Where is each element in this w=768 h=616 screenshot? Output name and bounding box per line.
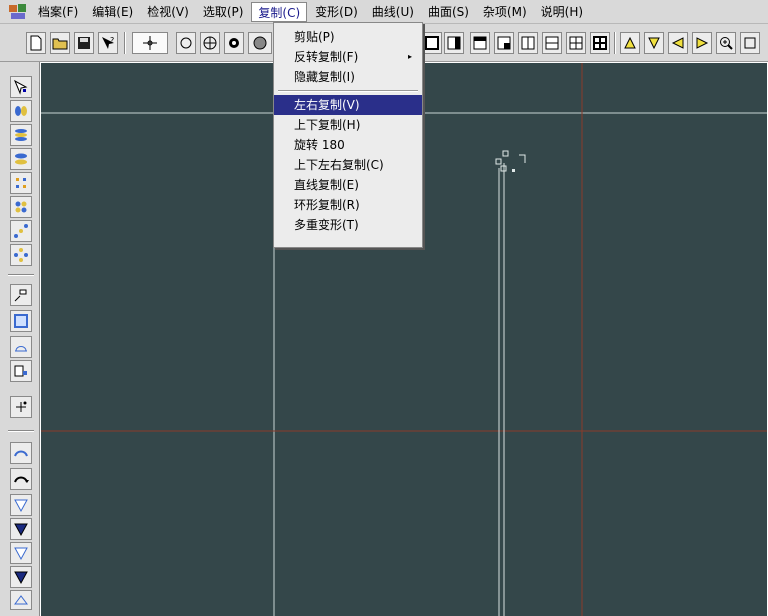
menu-curve[interactable]: 曲线(U) — [366, 2, 420, 22]
zoom-in-icon[interactable] — [716, 32, 736, 54]
open-folder-icon[interactable] — [50, 32, 70, 54]
control-point-dot — [512, 169, 515, 172]
doc-select-icon[interactable] — [10, 360, 32, 382]
view-top-icon[interactable] — [470, 32, 490, 54]
menu-help[interactable]: 说明(H) — [535, 2, 589, 22]
select-point-icon[interactable] — [10, 76, 32, 98]
dome-icon[interactable] — [10, 336, 32, 358]
menu-item-clip[interactable]: 剪贴(P) — [274, 27, 422, 47]
triangle-down-light-icon[interactable] — [10, 542, 32, 564]
menu-item-circular-copy[interactable]: 环形复制(R) — [274, 195, 422, 215]
menu-surface[interactable]: 曲面(S) — [422, 2, 475, 22]
menu-copy[interactable]: 复制(C) — [251, 1, 308, 22]
menu-item-up-down-copy[interactable]: 上下复制(H) — [274, 115, 422, 135]
menu-item-rotate-180[interactable]: 旋转 180 — [274, 135, 422, 155]
toolbar-separator — [614, 32, 616, 54]
stack-icon[interactable] — [10, 124, 32, 146]
ring-points-icon[interactable] — [10, 244, 32, 266]
app-logo-icon — [8, 3, 28, 21]
view-bottom-right-icon[interactable] — [494, 32, 514, 54]
control-point-handle — [519, 154, 526, 163]
arrow-down-icon[interactable] — [644, 32, 664, 54]
menu-transform[interactable]: 变形(D) — [309, 2, 364, 22]
shape-tool-icon[interactable] — [10, 590, 32, 610]
view-right-half-icon[interactable] — [444, 32, 464, 54]
menu-item-hide-copy[interactable]: 隐藏复制(I) — [274, 67, 422, 87]
menu-item-multi-transform[interactable]: 多重变形(T) — [274, 215, 422, 235]
points-grid-icon[interactable] — [10, 172, 32, 194]
view-split-horizontal-icon[interactable] — [542, 32, 562, 54]
view-frame-icon[interactable] — [422, 32, 442, 54]
arrow-left-icon[interactable] — [668, 32, 688, 54]
menu-select[interactable]: 选取(P) — [197, 2, 250, 22]
stack-alt-icon[interactable] — [10, 148, 32, 170]
control-point-marker — [502, 150, 509, 157]
circle-cross-icon[interactable] — [200, 32, 220, 54]
diagonal-points-icon[interactable] — [10, 220, 32, 242]
submenu-arrow-icon: ▸ — [407, 52, 412, 61]
menu-separator — [274, 87, 422, 95]
menu-file[interactable]: 档案(F) — [32, 2, 84, 22]
add-point-icon[interactable] — [10, 396, 32, 418]
left-toolbar-separator — [8, 430, 34, 432]
svg-text:?: ? — [110, 36, 114, 45]
toolbar-separator — [124, 32, 126, 54]
new-file-icon[interactable] — [26, 32, 46, 54]
triangle-down-outline-icon[interactable] — [10, 494, 32, 516]
menu-item-four-way-copy[interactable]: 上下左右复制(C) — [274, 155, 422, 175]
view-four-grid-icon[interactable] — [566, 32, 586, 54]
crosshair-snap-icon[interactable] — [132, 32, 168, 54]
arrow-right-icon[interactable] — [692, 32, 712, 54]
frame-select-icon[interactable] — [10, 310, 32, 332]
menu-view[interactable]: 检视(V) — [141, 2, 195, 22]
arrow-up-icon[interactable] — [620, 32, 640, 54]
triangle-down-filled-icon[interactable] — [10, 518, 32, 540]
view-four-grid-bold-icon[interactable] — [590, 32, 610, 54]
control-point-marker — [495, 158, 502, 165]
toolbar-more-icon[interactable] — [740, 32, 760, 54]
menu-item-linear-copy[interactable]: 直线复制(E) — [274, 175, 422, 195]
left-toolbar — [0, 62, 40, 616]
menu-item-mirror-copy[interactable]: 反转复制(F) ▸ — [274, 47, 422, 67]
menu-misc[interactable]: 杂项(M) — [477, 2, 533, 22]
arc-up-icon[interactable] — [10, 442, 32, 464]
copy-dropdown-menu: 剪贴(P) 反转复制(F) ▸ 隐藏复制(I) 左右复制(V) 上下复制(H) 旋… — [273, 22, 423, 248]
arc-arrow-icon[interactable] — [10, 468, 32, 490]
select-pair-icon[interactable] — [10, 100, 32, 122]
circle-tool-icon[interactable] — [176, 32, 196, 54]
menu-bar: 档案(F) 编辑(E) 检视(V) 选取(P) 复制(C) 变形(D) 曲线(U… — [0, 0, 768, 24]
triangle-down-dark-icon[interactable] — [10, 566, 32, 588]
four-dots-icon[interactable] — [10, 196, 32, 218]
edit-point-icon[interactable] — [10, 284, 32, 306]
help-pointer-icon[interactable]: ? — [98, 32, 118, 54]
menu-item-left-right-copy[interactable]: 左右复制(V) — [274, 95, 422, 115]
left-toolbar-separator — [8, 274, 34, 276]
view-split-vertical-icon[interactable] — [518, 32, 538, 54]
target-icon[interactable] — [224, 32, 244, 54]
save-icon[interactable] — [74, 32, 94, 54]
menu-edit[interactable]: 编辑(E) — [86, 2, 139, 22]
sphere-icon[interactable] — [248, 32, 272, 54]
